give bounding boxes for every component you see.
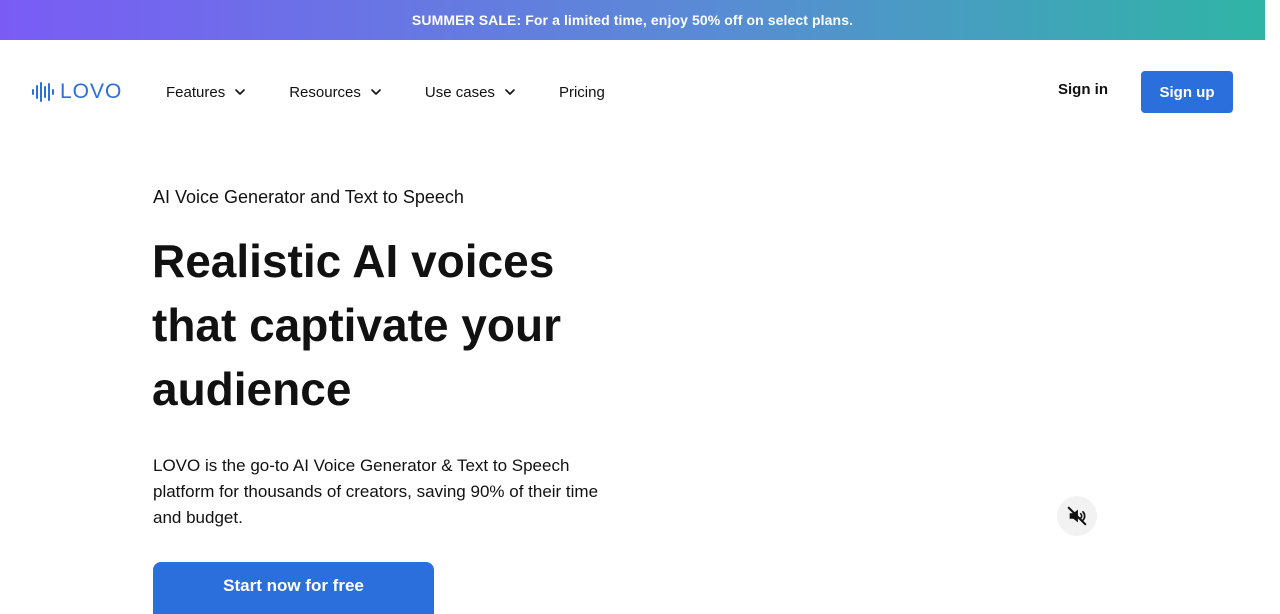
logo-text: LOVO — [60, 80, 123, 103]
soundwave-logo-icon — [32, 82, 54, 102]
start-free-button[interactable]: Start now for free — [153, 562, 434, 614]
sign-in-link[interactable]: Sign in — [1058, 81, 1108, 98]
speaker-muted-icon — [1067, 506, 1087, 526]
hero-eyebrow: AI Voice Generator and Text to Speech — [153, 187, 464, 207]
sign-up-button[interactable]: Sign up — [1141, 71, 1233, 113]
nav-item-label: Features — [166, 83, 226, 101]
nav-links: Features Resources Use cases Pricing — [166, 80, 605, 104]
chevron-down-icon — [505, 89, 515, 95]
top-navbar: LOVO Features Resources Use cases Pricin… — [0, 40, 1265, 144]
logo[interactable]: LOVO — [32, 80, 122, 104]
nav-item-resources[interactable]: Resources — [289, 84, 381, 101]
nav-item-features[interactable]: Features — [166, 83, 246, 101]
nav-item-use-cases[interactable]: Use cases — [425, 84, 515, 101]
promo-banner: SUMMER SALE: For a limited time, enjoy 5… — [0, 0, 1265, 40]
mute-toggle-button[interactable] — [1057, 496, 1097, 536]
nav-item-label: Pricing — [558, 83, 605, 101]
chevron-down-icon — [371, 89, 381, 95]
promo-banner-text: SUMMER SALE: For a limited time, enjoy 5… — [411, 12, 854, 28]
nav-item-label: Use cases — [424, 83, 495, 101]
nav-item-label: Resources — [289, 83, 361, 101]
nav-item-pricing[interactable]: Pricing — [559, 84, 605, 101]
hero-headline: Realistic AI voices that captivate your … — [152, 235, 561, 415]
chevron-down-icon — [235, 89, 246, 95]
hero-description: LOVO is the go-to AI Voice Generator & T… — [153, 456, 599, 527]
